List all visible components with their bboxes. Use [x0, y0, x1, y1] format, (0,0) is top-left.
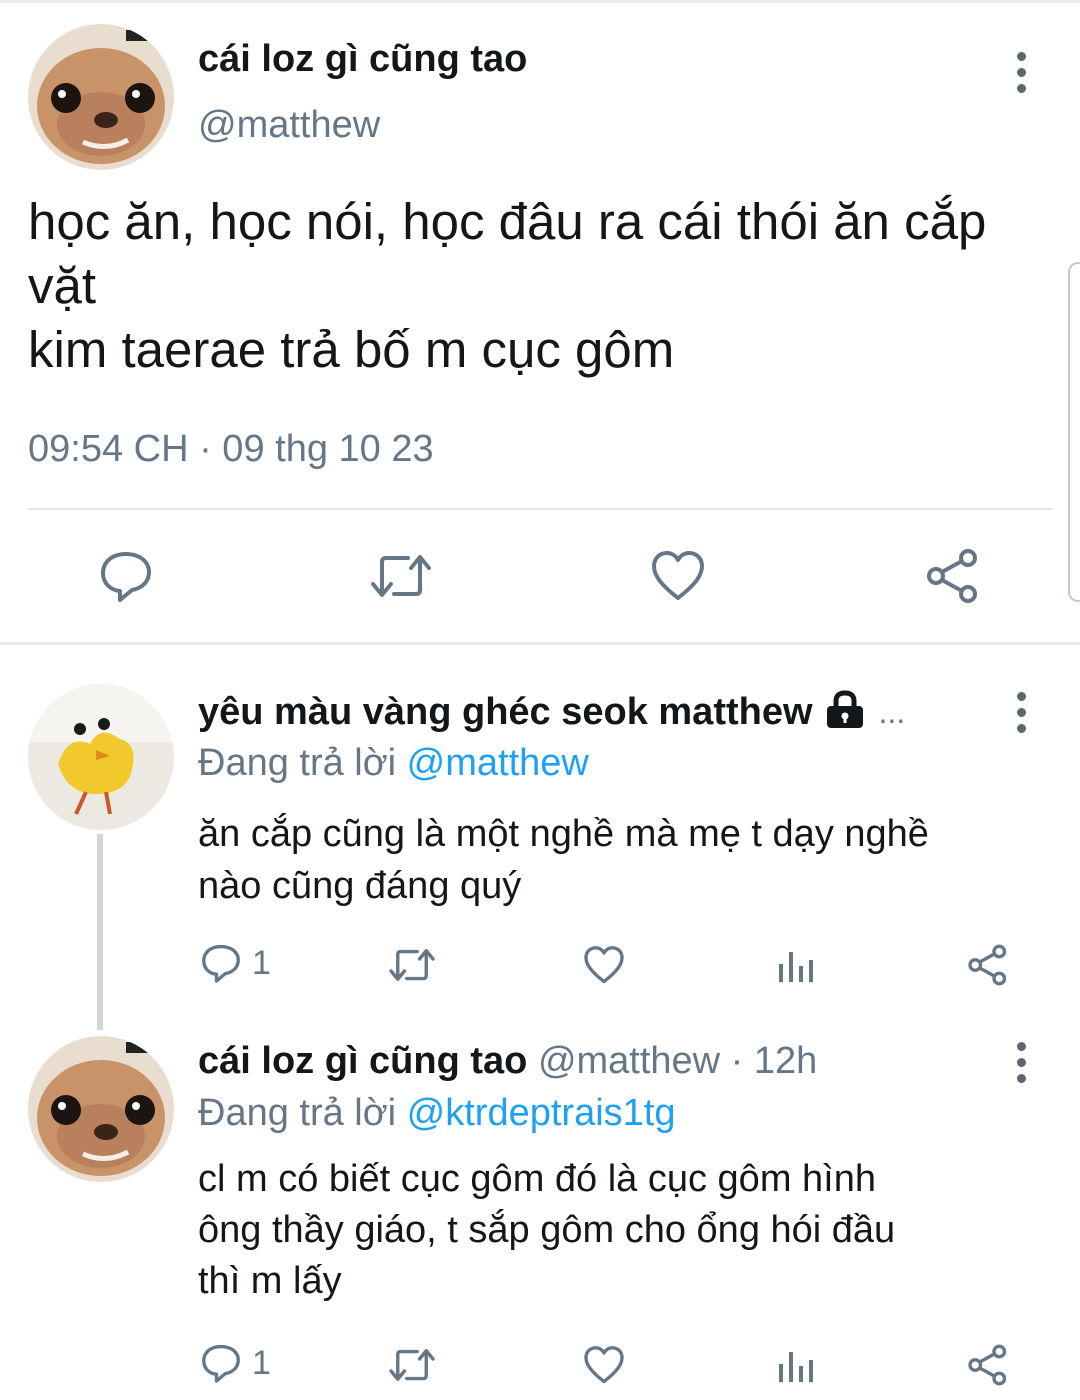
- main-tweet-menu-icon[interactable]: [1001, 42, 1041, 102]
- reply1-menu-icon[interactable]: [1001, 682, 1041, 742]
- main-tweet-text-line1: học ăn, học nói, học đâu ra cái thói ăn …: [28, 193, 987, 250]
- reply2-text-line2: ông thầy giáo, t sắp gôm cho ổng hói đầu: [198, 1209, 896, 1251]
- main-tweet-display-name[interactable]: cái loz gì cũng tao: [198, 38, 527, 81]
- reply1-avatar[interactable]: [28, 684, 174, 830]
- reply-icon: [202, 1344, 240, 1383]
- reply1-reply-button[interactable]: 1: [200, 942, 271, 984]
- reply1-ellipsis: ...: [878, 694, 906, 730]
- reply2-text: cl m có biết cục gôm đó là cục gôm hình …: [198, 1154, 895, 1307]
- reply2-share-button[interactable]: [966, 1344, 1010, 1386]
- lock-icon: [823, 690, 867, 735]
- main-tweet-text: học ăn, học nói, học đâu ra cái thói ăn …: [28, 190, 986, 382]
- reply2-reply-count: 1: [252, 1343, 271, 1382]
- reply2-menu-icon[interactable]: [1001, 1032, 1041, 1092]
- retweet-icon: [371, 555, 431, 597]
- reply2-header: cái loz gì cũng tao @matthew · 12h: [198, 1040, 817, 1083]
- reply2-handle-time[interactable]: @matthew · 12h: [538, 1040, 817, 1082]
- retweet-icon: [389, 949, 435, 981]
- reply2-replying-to: Đang trả lời @ktrdeptrais1tg: [198, 1092, 675, 1135]
- thread-line: [97, 834, 103, 1030]
- reply1-header: yêu màu vàng ghéc seok matthew ...: [198, 690, 905, 735]
- like-icon: [584, 1346, 624, 1384]
- reply2-replying-handle[interactable]: @ktrdeptrais1tg: [407, 1092, 676, 1134]
- reply1-replying-to: Đang trả lời @matthew: [198, 742, 589, 785]
- share-icon: [968, 944, 1007, 986]
- reply1-text-line1: ăn cắp cũng là một nghề mà mẹ t dạy nghề: [198, 813, 929, 855]
- share-icon: [927, 549, 977, 603]
- main-reply-button[interactable]: [98, 548, 154, 604]
- section-divider: [0, 642, 1080, 645]
- reply-tweet-1[interactable]: yêu màu vàng ghéc seok matthew ... Đang …: [0, 648, 1080, 1030]
- reply1-like-button[interactable]: [582, 944, 626, 986]
- main-tweet-text-line3: kim taerae trả bố m cục gôm: [28, 321, 675, 378]
- reply2-avatar[interactable]: [28, 1036, 174, 1182]
- chihuahua-avatar-icon: [28, 24, 174, 170]
- reply1-views-button[interactable]: [776, 946, 816, 986]
- reply1-replying-prefix: Đang trả lời: [198, 742, 397, 784]
- main-tweet-text-line2: vặt: [28, 257, 97, 314]
- main-tweet-timestamp[interactable]: 09:54 CH · 09 thg 10 23: [28, 428, 434, 471]
- main-retweet-button[interactable]: [370, 548, 432, 604]
- reply-icon: [101, 552, 151, 602]
- reply1-retweet-button[interactable]: [388, 944, 436, 986]
- reply2-reply-button[interactable]: 1: [200, 1342, 271, 1384]
- reply2-like-button[interactable]: [582, 1344, 626, 1386]
- yellow-chick-avatar-icon: [28, 684, 174, 830]
- main-like-button[interactable]: [650, 548, 706, 604]
- reply-tweet-2[interactable]: cái loz gì cũng tao @matthew · 12h Đang …: [0, 1030, 1080, 1400]
- reply1-share-button[interactable]: [966, 944, 1010, 986]
- reply1-display-name[interactable]: yêu màu vàng ghéc seok matthew: [198, 691, 813, 734]
- reply-icon: [202, 944, 240, 983]
- analytics-icon: [779, 1352, 813, 1382]
- reply1-reply-count: 1: [252, 943, 271, 982]
- reply1-replying-handle[interactable]: @matthew: [407, 742, 589, 784]
- main-tweet-avatar[interactable]: [28, 24, 174, 170]
- analytics-icon: [779, 952, 813, 982]
- main-tweet-handle[interactable]: @matthew: [198, 104, 380, 147]
- main-tweet-divider: [28, 508, 1052, 510]
- chihuahua-avatar-icon: [28, 1036, 174, 1182]
- share-icon: [968, 1344, 1007, 1386]
- reply1-text: ăn cắp cũng là một nghề mà mẹ t dạy nghề…: [198, 808, 929, 912]
- reply2-replying-prefix: Đang trả lời: [198, 1092, 397, 1134]
- main-share-button[interactable]: [924, 548, 982, 604]
- reply2-display-name[interactable]: cái loz gì cũng tao: [198, 1040, 527, 1082]
- reply2-retweet-button[interactable]: [388, 1344, 436, 1386]
- reply2-text-line1: cl m có biết cục gôm đó là cục gôm hình: [198, 1158, 876, 1200]
- reply2-views-button[interactable]: [776, 1346, 816, 1386]
- like-icon: [584, 946, 624, 984]
- main-tweet: cái loz gì cũng tao @matthew học ăn, học…: [0, 0, 1080, 640]
- retweet-icon: [389, 1349, 435, 1381]
- reply1-text-line2: nào cũng đáng quý: [198, 865, 522, 907]
- like-icon: [652, 551, 704, 600]
- reply2-text-line3: thì m lấy: [198, 1260, 342, 1302]
